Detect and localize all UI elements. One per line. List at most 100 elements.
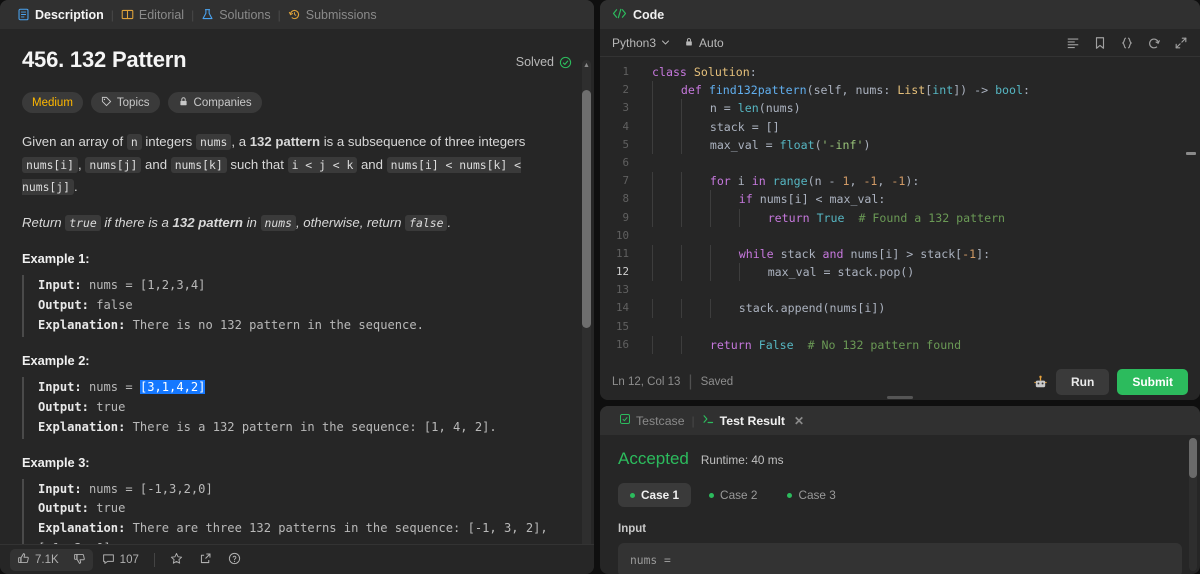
indent-guide [680, 244, 710, 264]
result-scrollbar-thumb[interactable] [1189, 438, 1197, 478]
tab-description[interactable]: Description [10, 0, 111, 29]
code-editor[interactable]: 1 class Solution: 2 def find132pattern(sel… [600, 57, 1200, 364]
code-line-content: if nums[i] < max_val: [640, 190, 885, 209]
code-token: Solution [693, 65, 750, 79]
case-tab-3[interactable]: Case 3 [775, 483, 847, 507]
tab-test-result[interactable]: Test Result ✕ [695, 413, 811, 428]
tab-solutions[interactable]: Solutions [194, 0, 277, 29]
input-value-box[interactable]: nums = [618, 543, 1182, 574]
description-scrollbar-thumb[interactable] [582, 90, 591, 328]
code-token: '-inf' [821, 137, 864, 152]
input-value: nums = [-1,3,2,0] [81, 481, 213, 496]
reset-icon[interactable] [1147, 36, 1161, 50]
line-number: 15 [615, 319, 629, 333]
code-line: 9 return True # Found a 132 pattern [600, 208, 1200, 227]
indent-guide [709, 299, 739, 318]
code-token: -1 [962, 246, 977, 261]
indent-guide [680, 172, 710, 191]
code-token: (nums) [758, 101, 801, 116]
indent-guide [652, 117, 681, 136]
code-nums-k: nums[k] [170, 156, 227, 173]
indent-guide [709, 263, 739, 282]
help-button[interactable] [221, 549, 248, 571]
bookmark-icon[interactable] [1093, 36, 1107, 50]
code-token: ( [814, 137, 822, 152]
dislike-button[interactable] [66, 549, 93, 571]
code-token: float [779, 137, 815, 152]
tab-editorial[interactable]: Editorial [114, 0, 191, 29]
tab-solutions-label: Solutions [219, 7, 271, 22]
code-token: , [849, 174, 864, 189]
companies-label: Companies [193, 96, 252, 109]
comments-button[interactable]: 107 [95, 549, 146, 571]
problem-tags: Medium Topics Companies [22, 92, 572, 113]
run-button[interactable]: Run [1056, 369, 1110, 395]
result-scrollbar[interactable] [1189, 438, 1197, 571]
difficulty-badge[interactable]: Medium [22, 92, 83, 113]
description-scrollbar[interactable]: ▲ ▼ [582, 60, 591, 544]
code-token: : [1023, 83, 1030, 98]
saved-status: Saved [700, 376, 734, 388]
code-line: 3 n = len(nums) [600, 99, 1200, 118]
text-fragment: and [141, 156, 171, 172]
curly-braces-icon[interactable] [1120, 36, 1134, 50]
code-line: 5 max_val = float('-inf') [600, 135, 1200, 154]
code-token: self [813, 83, 842, 98]
code-token: : [749, 65, 757, 79]
tab-testcase[interactable]: Testcase [612, 413, 692, 428]
favorite-button[interactable] [163, 549, 190, 571]
input-label: Input: [38, 481, 82, 496]
code-token: class [652, 65, 694, 79]
tab-test-result-label: Test Result [719, 413, 786, 428]
code-token: True [816, 210, 845, 225]
example-2-input-line: Input: nums = [3,1,4,2] [38, 378, 572, 398]
language-selector[interactable]: Python3 [612, 36, 670, 50]
format-lines-icon[interactable] [1066, 36, 1080, 50]
help-icon [228, 552, 241, 568]
output-label: Output: [38, 501, 89, 516]
panel-resize-handle[interactable] [887, 396, 913, 399]
code-token: stack = [] [709, 119, 780, 134]
code-line: 6 [600, 154, 1200, 172]
expand-icon[interactable] [1174, 36, 1188, 50]
line-number: 3 [622, 101, 629, 115]
close-icon[interactable]: ✕ [794, 414, 804, 428]
topics-button[interactable]: Topics [90, 92, 160, 113]
code-n: n [126, 134, 142, 150]
code-nums: nums [195, 134, 232, 150]
code-token: stack.append(nums[i]) [738, 301, 886, 316]
example-1-heading: Example 1: [22, 250, 90, 266]
indent-guide [680, 117, 710, 136]
tab-submissions[interactable]: Submissions [281, 0, 384, 29]
output-value: true [88, 399, 126, 414]
scroll-up-arrow[interactable]: ▲ [583, 62, 590, 69]
code-line: 13 [600, 281, 1200, 299]
auto-complete-toggle[interactable]: Auto [684, 36, 724, 50]
code-nums-j: nums[j] [85, 156, 142, 173]
line-number: 4 [622, 119, 629, 133]
case-tabs: Case 1 Case 2 Case 3 [618, 483, 1182, 507]
text-fragment: in [242, 215, 261, 231]
text-fragment: if there is a [100, 215, 173, 231]
explanation-value: There is no 132 pattern in the sequence. [125, 317, 424, 332]
ai-assistant-icon[interactable] [1033, 375, 1048, 390]
explanation-label: Explanation: [38, 317, 126, 332]
text-fragment: such that [226, 156, 288, 172]
share-button[interactable] [192, 549, 219, 571]
selected-text-highlight[interactable]: [3,1,4,2] [139, 379, 206, 394]
output-label: Output: [38, 297, 89, 312]
like-button[interactable]: 7.1K [10, 549, 66, 571]
case-tab-1[interactable]: Case 1 [618, 483, 692, 507]
companies-button[interactable]: Companies [167, 92, 262, 113]
submit-button[interactable]: Submit [1117, 369, 1188, 395]
explanation-value: There is a 132 pattern in the sequence: … [125, 419, 497, 434]
code-token: range [772, 174, 808, 189]
code-inequality-1: i < j < k [287, 156, 358, 173]
verdict-label: Accepted [618, 449, 689, 468]
example-2-block: Input: nums = [3,1,4,2] Output: true Exp… [22, 376, 572, 439]
code-token: # No 132 pattern found [793, 337, 962, 352]
lock-icon [178, 96, 189, 110]
code-token: max_val = [709, 137, 780, 152]
case-tab-2[interactable]: Case 2 [697, 483, 769, 507]
auto-label: Auto [699, 35, 724, 50]
